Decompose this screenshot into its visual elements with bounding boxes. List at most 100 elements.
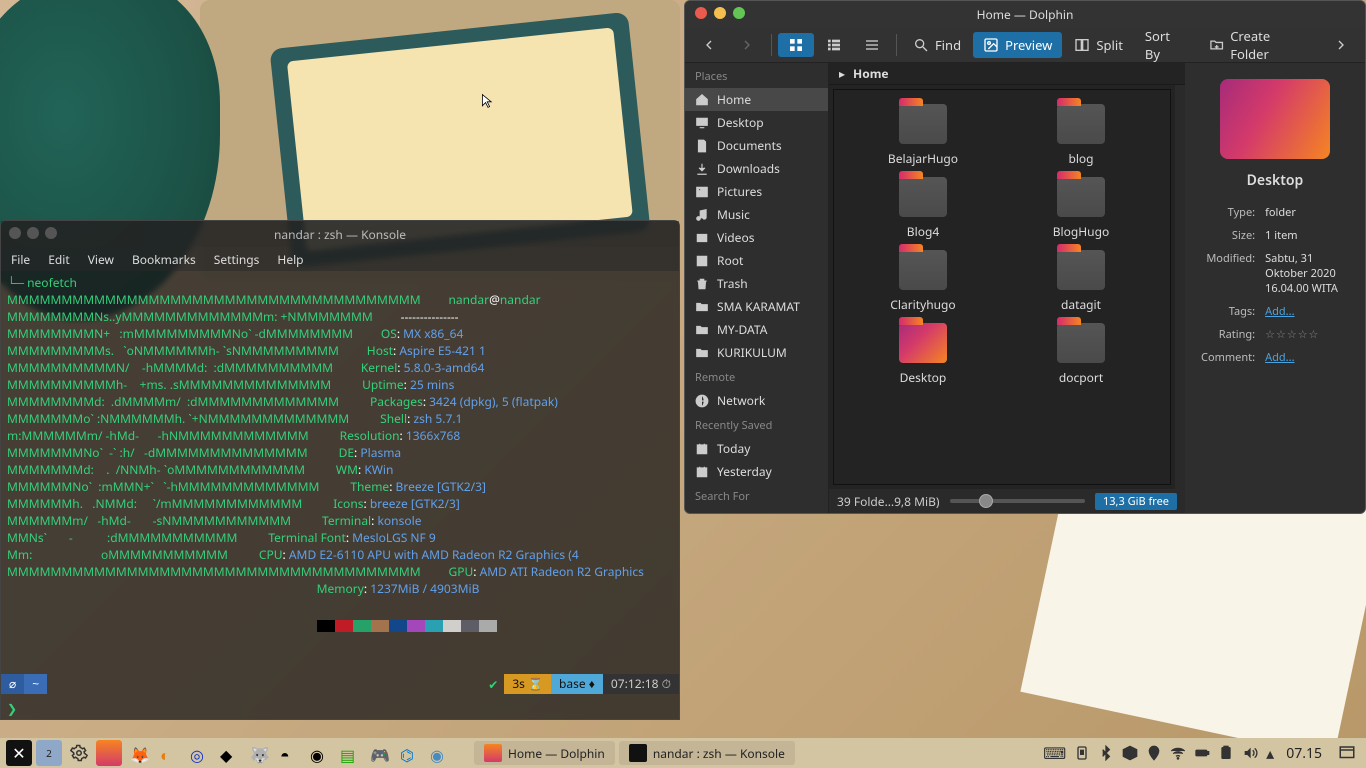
- files-icon[interactable]: [96, 740, 122, 766]
- menu-edit[interactable]: Edit: [48, 251, 69, 268]
- view-icons-button[interactable]: [778, 33, 814, 57]
- folder-blog[interactable]: blog: [1011, 104, 1151, 167]
- dolphin-window[interactable]: Home — Dolphin Find Preview Split Sort B…: [684, 0, 1366, 514]
- obs-icon[interactable]: ◉: [306, 740, 332, 766]
- godot-icon[interactable]: ◉: [426, 740, 452, 766]
- settings-icon[interactable]: [66, 740, 92, 766]
- documents-icon: [695, 513, 709, 514]
- preview-button[interactable]: Preview: [973, 32, 1062, 58]
- app-launcher-icon[interactable]: ✕: [6, 740, 32, 766]
- maximize-icon[interactable]: [733, 7, 745, 19]
- menu-help[interactable]: Help: [277, 251, 303, 268]
- sidebar-item-documents[interactable]: Documents: [685, 134, 828, 157]
- view-compact-button[interactable]: [816, 33, 852, 57]
- terminal-cursor-line[interactable]: ❯: [7, 702, 17, 717]
- volume-icon[interactable]: [1242, 745, 1258, 761]
- back-button[interactable]: [691, 33, 727, 57]
- package-icon[interactable]: [1122, 745, 1138, 761]
- pager[interactable]: 2: [36, 740, 62, 766]
- konsole-menubar[interactable]: File Edit View Bookmarks Settings Help: [1, 247, 679, 271]
- forward-button[interactable]: [729, 33, 765, 57]
- sidebar-item-network[interactable]: Network: [685, 389, 828, 412]
- firefox-icon[interactable]: 🦊: [126, 740, 152, 766]
- folder-docport[interactable]: docport: [1011, 323, 1151, 386]
- libreoffice-icon[interactable]: ▤: [336, 740, 362, 766]
- task-dolphin[interactable]: Home — Dolphin: [474, 741, 615, 765]
- sidebar-item-yesterday[interactable]: Yesterday: [685, 460, 828, 483]
- sidebar-item-my-data[interactable]: MY-DATA: [685, 318, 828, 341]
- clock[interactable]: 07.15: [1278, 744, 1330, 763]
- terminal-prompt[interactable]: ⌀ ~ ✔ 3s ⌛ base ♦ 07:12:18 ⏱: [1, 673, 679, 695]
- folder-clarityhugo[interactable]: Clarityhugo: [853, 250, 993, 313]
- folder-grid[interactable]: BelajarHugo blog Blog4 BlogHugo Clarityhugo d…: [833, 89, 1171, 485]
- show-desktop-icon[interactable]: [1334, 740, 1360, 766]
- davinci-icon[interactable]: ◓: [276, 740, 302, 766]
- konsole-window[interactable]: nandar : zsh — Konsole File Edit View Bo…: [0, 220, 680, 720]
- find-button[interactable]: Find: [903, 32, 971, 58]
- window-controls[interactable]: [9, 227, 57, 239]
- sidebar-item-downloads[interactable]: Downloads: [685, 157, 828, 180]
- wifi-icon[interactable]: [1170, 745, 1186, 761]
- dolphin-sidebar[interactable]: PlacesHomeDesktopDocumentsDownloadsPictu…: [685, 63, 829, 513]
- clipboard-icon[interactable]: [1218, 745, 1234, 761]
- sidebar-item-pictures[interactable]: Pictures: [685, 180, 828, 203]
- minimize-icon[interactable]: [27, 227, 39, 239]
- menu-bookmarks[interactable]: Bookmarks: [132, 251, 196, 268]
- minimize-icon[interactable]: [714, 7, 726, 19]
- sidebar-item-trash[interactable]: Trash: [685, 272, 828, 295]
- view-details-button[interactable]: [854, 33, 890, 57]
- audacity-icon[interactable]: ◎: [186, 740, 212, 766]
- folder-desktop[interactable]: Desktop: [853, 323, 993, 386]
- close-icon[interactable]: [9, 227, 21, 239]
- zoom-slider[interactable]: [950, 499, 1085, 503]
- scrollbar[interactable]: [1175, 85, 1185, 489]
- split-button[interactable]: Split: [1064, 32, 1133, 58]
- game-icon[interactable]: 🎮: [366, 740, 392, 766]
- bluetooth-icon[interactable]: [1098, 745, 1114, 761]
- create-folder-button[interactable]: Create Folder: [1199, 23, 1319, 67]
- add-comment-link[interactable]: Add...: [1265, 350, 1294, 365]
- dolphin-titlebar[interactable]: Home — Dolphin: [685, 1, 1365, 27]
- gimp-icon[interactable]: 🐺: [246, 740, 272, 766]
- sidebar-item-today[interactable]: Today: [685, 437, 828, 460]
- folder-bloghugo[interactable]: BlogHugo: [1011, 177, 1151, 240]
- keyboard-icon[interactable]: ⌨: [1043, 742, 1066, 764]
- battery-icon[interactable]: [1194, 745, 1210, 761]
- sidebar-item-root[interactable]: Root: [685, 249, 828, 272]
- maximize-icon[interactable]: [45, 227, 57, 239]
- menu-settings[interactable]: Settings: [214, 251, 260, 268]
- breadcrumb-home[interactable]: Home: [853, 65, 889, 82]
- menu-view[interactable]: View: [88, 251, 114, 268]
- sidebar-item-music[interactable]: Music: [685, 203, 828, 226]
- location-icon[interactable]: [1146, 745, 1162, 761]
- folder-belajarhugo[interactable]: BelajarHugo: [853, 104, 993, 167]
- sidebar-item-desktop[interactable]: Desktop: [685, 111, 828, 134]
- window-controls[interactable]: [695, 7, 745, 19]
- blender-icon[interactable]: ◐: [156, 740, 182, 766]
- sidebar-item-videos[interactable]: Videos: [685, 226, 828, 249]
- folder-icon: [899, 323, 947, 363]
- system-tray[interactable]: ⌨ ▴: [1043, 742, 1274, 764]
- updates-icon[interactable]: [1074, 745, 1090, 761]
- tray-expand-icon[interactable]: ▴: [1266, 742, 1274, 764]
- folder-blog4[interactable]: Blog4: [853, 177, 993, 240]
- task-konsole[interactable]: nandar : zsh — Konsole: [619, 741, 795, 765]
- terminal-output[interactable]: └─ neofetch MMMMMMMMMMMMMMMMMMMMMMMMMMMM…: [1, 271, 679, 695]
- folder-datagit[interactable]: datagit: [1011, 250, 1151, 313]
- add-tags-link[interactable]: Add...: [1265, 304, 1294, 319]
- taskbar[interactable]: ✕ 2 🦊 ◐ ◎ ◆ 🐺 ◓ ◉ ▤ 🎮 ⌬ ◉ Home — Dolphin…: [0, 738, 1366, 768]
- konsole-titlebar[interactable]: nandar : zsh — Konsole: [1, 221, 679, 247]
- overflow-button[interactable]: [1323, 33, 1359, 57]
- sidebar-item-documents[interactable]: Documents: [685, 508, 828, 513]
- sidebar-item-home[interactable]: Home: [685, 88, 828, 111]
- inkscape-icon[interactable]: ◆: [216, 740, 242, 766]
- sidebar-item-kurikulum[interactable]: KURIKULUM: [685, 341, 828, 364]
- sidebar-item-sma-karamat[interactable]: SMA KARAMAT: [685, 295, 828, 318]
- menu-file[interactable]: File: [11, 251, 30, 268]
- dolphin-toolbar[interactable]: Find Preview Split Sort By Create Folder: [685, 27, 1365, 63]
- vscode-icon[interactable]: ⌬: [396, 740, 422, 766]
- close-icon[interactable]: [695, 7, 707, 19]
- breadcrumb[interactable]: ▸ Home: [829, 63, 1185, 85]
- rating-stars[interactable]: ☆☆☆☆☆: [1263, 324, 1351, 345]
- sort-button[interactable]: Sort By: [1135, 23, 1197, 67]
